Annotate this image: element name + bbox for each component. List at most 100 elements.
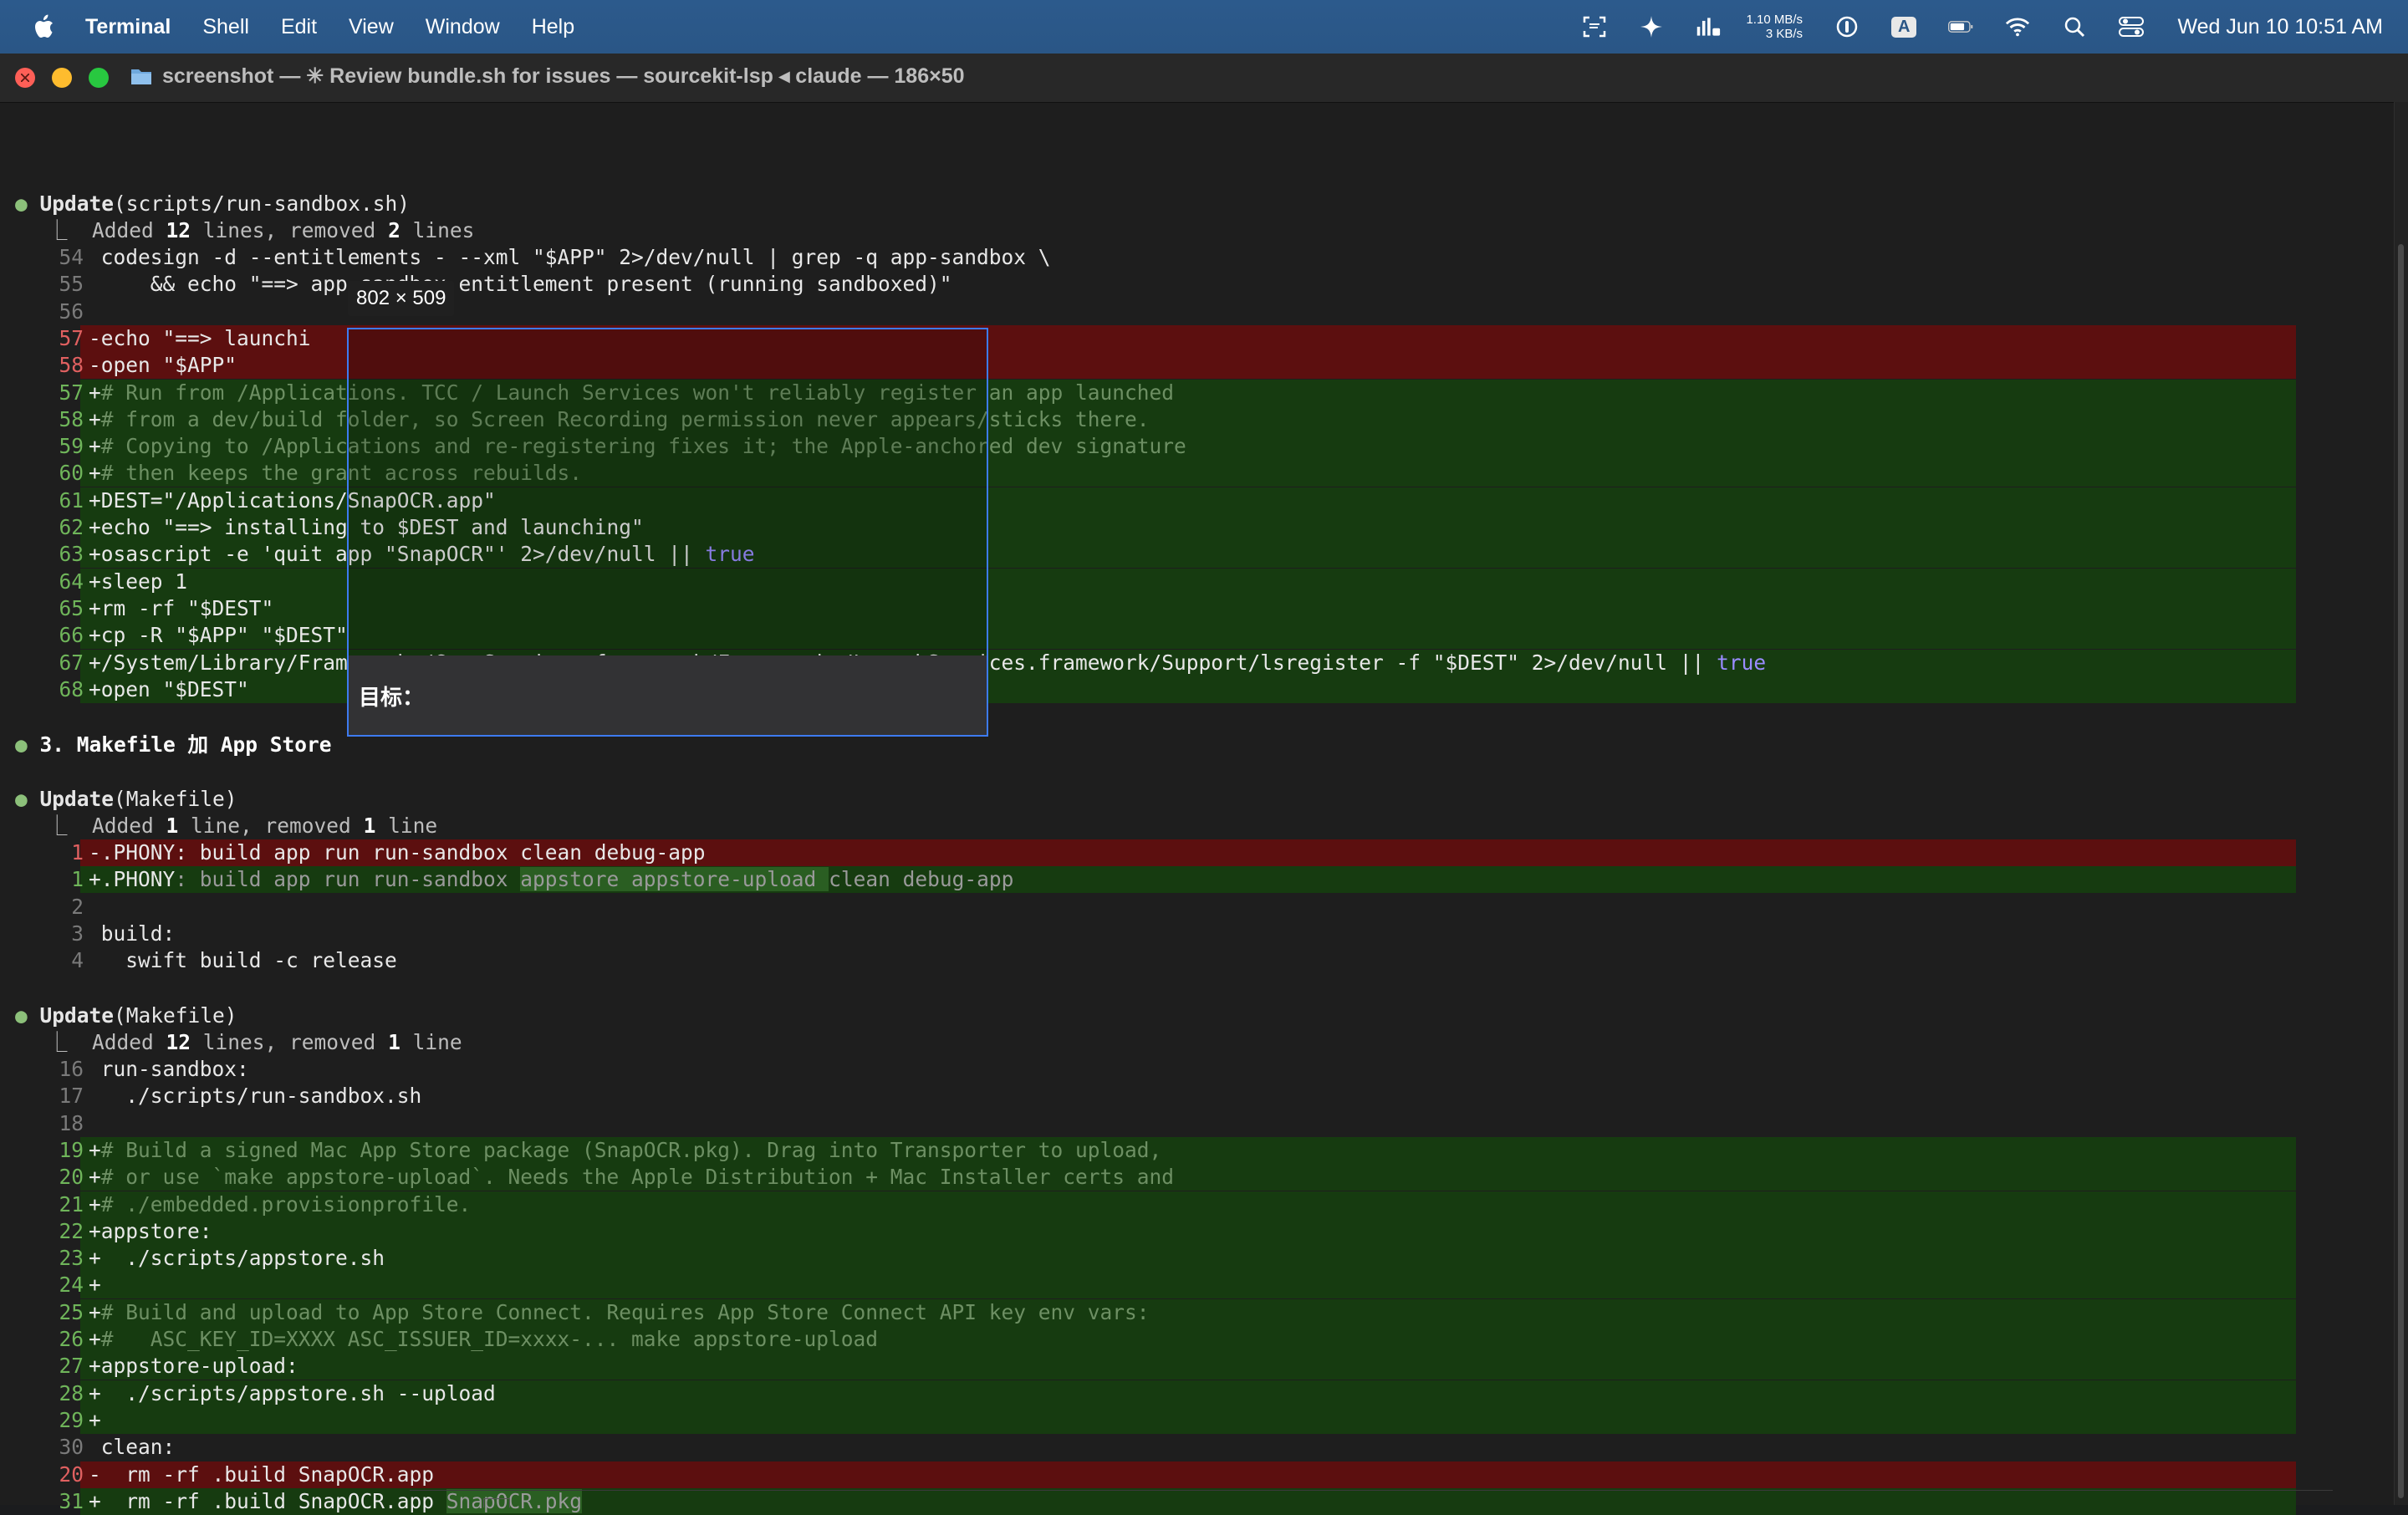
tool-call-header: ● Update(scripts/run-sandbox.sh) xyxy=(15,191,2408,217)
diff-sign: + xyxy=(89,1299,101,1324)
line-number: 66 xyxy=(59,623,84,648)
status-bullet: ● xyxy=(15,732,40,757)
code-text: # ./embedded.provisionprofile. xyxy=(100,1191,472,1217)
diff-line-added: 25 +# Build and upload to App Store Conne… xyxy=(47,1299,2408,1326)
diff-line-added: 29 + xyxy=(47,1407,2408,1434)
code-text: rm -rf "$DEST" xyxy=(100,595,274,620)
status-bullet: ● xyxy=(15,787,40,811)
diff-sign xyxy=(89,245,101,269)
diff-sign: + xyxy=(89,623,101,648)
wifi-icon[interactable] xyxy=(2005,14,2030,39)
screenshot-selection-box[interactable]: 目标： xyxy=(347,328,988,737)
input-source-badge[interactable]: A xyxy=(1891,16,1917,38)
line-number: 25 xyxy=(59,1299,84,1324)
battery-icon[interactable] xyxy=(1948,14,1973,39)
diff-sign xyxy=(89,1111,101,1135)
diff-line-context: 54 codesign -d --entitlements - --xml "$… xyxy=(47,244,2408,271)
diff-line-context: 18 xyxy=(47,1110,2408,1137)
window-titlebar[interactable]: screenshot — ✳ Review bundle.sh for issu… xyxy=(0,54,2408,103)
zoom-window-button[interactable] xyxy=(89,68,109,88)
code-text: .PHONY: build app run run-sandbox clean … xyxy=(100,840,706,865)
password-manager-icon[interactable] xyxy=(1834,14,1860,39)
diff-sign xyxy=(89,1084,101,1108)
code-text: run-sandbox: xyxy=(100,1057,249,1081)
control-center-icon[interactable] xyxy=(2119,14,2145,39)
sparkle-icon[interactable] xyxy=(1639,14,1664,39)
diff-sign: + xyxy=(89,650,101,675)
line-number: 57 xyxy=(59,380,84,405)
menu-help[interactable]: Help xyxy=(532,15,574,39)
diff-sign: + xyxy=(89,380,101,405)
line-number: 61 xyxy=(59,487,84,513)
line-number: 31 xyxy=(59,1488,84,1513)
diff-line-added: 21 +# ./embedded.provisionprofile. xyxy=(47,1191,2408,1218)
summary-part: 1 xyxy=(166,814,179,838)
menubar-clock[interactable]: Wed Jun 10 10:51 AM xyxy=(2177,15,2383,39)
close-window-button[interactable] xyxy=(15,68,35,88)
line-number: 3 xyxy=(71,921,84,946)
diff-sign: + xyxy=(89,515,101,539)
code-text: appstore-upload: xyxy=(100,1354,298,1379)
highlighted-change: appstore appstore-upload xyxy=(520,867,829,892)
net-upload: 1.10 MB/s xyxy=(1746,13,1803,27)
minimize-window-button[interactable] xyxy=(52,68,72,88)
app-menu-terminal[interactable]: Terminal xyxy=(85,15,171,39)
summary-part: 1 xyxy=(388,1030,400,1054)
diff-line-context: 3 build: xyxy=(47,921,2408,947)
diff-sign: + xyxy=(89,434,101,459)
keyword: true xyxy=(1717,650,1767,675)
diff-line-context: 17 ./scripts/run-sandbox.sh xyxy=(47,1083,2408,1109)
diff-summary: ⎿ Added 12 lines, removed 2 lines xyxy=(47,217,2408,244)
code-text: rm -rf .build SnapOCR.app xyxy=(100,1488,446,1513)
diff-line-added: 27 +appstore-upload: xyxy=(47,1353,2408,1380)
spotlight-search-icon[interactable] xyxy=(2062,14,2087,39)
menu-view[interactable]: View xyxy=(349,15,394,39)
line-number: 57 xyxy=(59,325,84,350)
summary-part: 12 xyxy=(166,218,191,242)
diff-line-context: 30 clean: xyxy=(47,1434,2408,1461)
tool-argument: (Makefile) xyxy=(114,1003,237,1028)
vertical-scrollbar[interactable] xyxy=(2394,102,2408,1505)
selection-caption-panel xyxy=(349,655,987,735)
line-number: 1 xyxy=(71,867,84,892)
code-text: ./scripts/appstore.sh --upload xyxy=(100,1380,496,1405)
code-text: sleep 1 xyxy=(100,569,188,594)
diff-sign: + xyxy=(89,1191,101,1217)
tool-name: Update xyxy=(39,787,115,811)
apple-logo-icon[interactable] xyxy=(32,13,55,40)
diff-sign: + xyxy=(89,1218,101,1243)
diff-sign: + xyxy=(89,542,101,567)
line-number: 26 xyxy=(59,1327,84,1351)
code-text: ./scripts/appstore.sh xyxy=(100,1246,385,1271)
tree-connector: ⎿ xyxy=(47,1030,93,1054)
menu-window[interactable]: Window xyxy=(426,15,500,39)
line-number: 64 xyxy=(59,569,84,594)
summary-part: lines xyxy=(400,218,475,242)
menu-shell[interactable]: Shell xyxy=(202,15,249,39)
scrollbar-thumb[interactable] xyxy=(2398,244,2404,1498)
line-number: 23 xyxy=(59,1246,84,1271)
diff-sign: - xyxy=(89,353,101,378)
diff-sign: + xyxy=(89,487,101,513)
code-text: # ASC_KEY_ID=XXXX ASC_ISSUER_ID=xxxx-...… xyxy=(100,1327,879,1351)
diff-sign xyxy=(89,921,101,946)
screen-capture-icon[interactable] xyxy=(1582,14,1607,39)
activity-monitor-icon[interactable] xyxy=(1696,14,1721,39)
diff-line-context: 4 swift build -c release xyxy=(47,947,2408,974)
code-text: && echo "==> app-sandbox entitlement pre… xyxy=(100,272,952,297)
diff-sign: + xyxy=(89,595,101,620)
section-title: 3. Makefile 加 App Store xyxy=(39,732,332,757)
diff-sign: + xyxy=(89,1327,101,1351)
net-download: 3 KB/s xyxy=(1765,27,1803,41)
diff-line-added: 20 +# or use `make appstore-upload`. Need… xyxy=(47,1164,2408,1191)
line-number: 20 xyxy=(59,1461,84,1487)
line-number: 29 xyxy=(59,1407,84,1432)
code-text: echo "==> launchi xyxy=(100,325,311,350)
diff-line-added: 1 +.PHONY: build app run run-sandbox apps… xyxy=(47,866,2408,893)
summary-part: Added xyxy=(92,814,166,838)
summary-part: lines, removed xyxy=(191,1030,389,1054)
diff-sign: + xyxy=(89,1273,101,1298)
menu-edit[interactable]: Edit xyxy=(281,15,317,39)
diff-sign: + xyxy=(89,1354,101,1379)
diff-line-removed: 20- rm -rf .build SnapOCR.app xyxy=(47,1461,2408,1488)
